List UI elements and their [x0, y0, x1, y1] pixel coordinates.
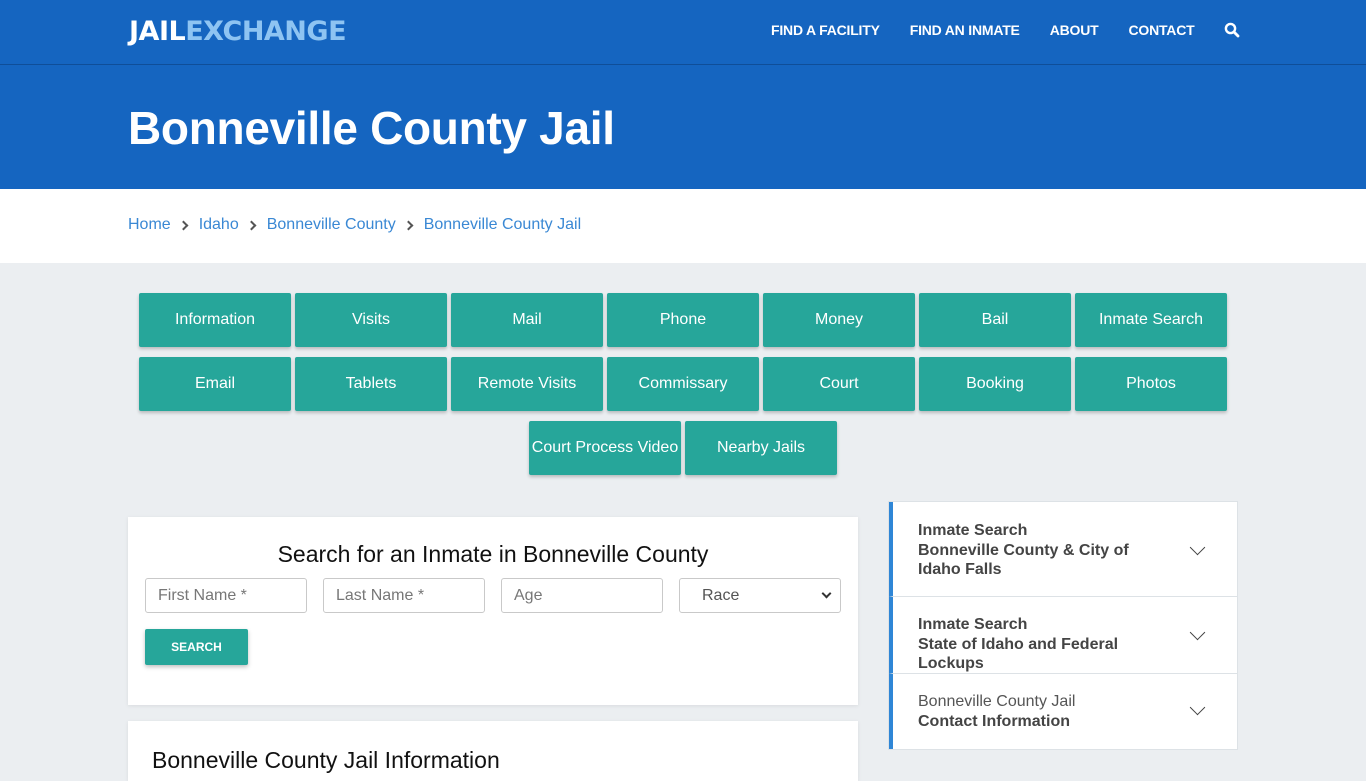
logo-jail: JAIL	[129, 16, 186, 47]
nav-contact[interactable]: CONTACT	[1128, 22, 1194, 38]
accordion-sublabel: Bonneville County & City of Idaho Falls	[918, 541, 1129, 579]
breadcrumb-jail[interactable]: Bonneville County Jail	[424, 216, 581, 234]
age-input[interactable]	[514, 586, 650, 605]
first-name-field[interactable]	[145, 578, 307, 613]
sidebar-accordion: Inmate Search Bonneville County & City o…	[888, 501, 1238, 750]
main-nav: FIND A FACILITY FIND AN INMATE ABOUT CON…	[771, 22, 1240, 38]
first-name-input[interactable]	[158, 586, 294, 605]
tile-booking[interactable]: Booking	[919, 357, 1071, 411]
tile-money[interactable]: Money	[763, 293, 915, 347]
tile-visits[interactable]: Visits	[295, 293, 447, 347]
tile-commissary[interactable]: Commissary	[607, 357, 759, 411]
tile-phone[interactable]: Phone	[607, 293, 759, 347]
search-button[interactable]: SEARCH	[145, 629, 248, 665]
tile-tablets[interactable]: Tablets	[295, 357, 447, 411]
nav-about[interactable]: ABOUT	[1050, 22, 1099, 38]
tile-nearby-jails[interactable]: Nearby Jails	[685, 421, 837, 475]
tile-bail[interactable]: Bail	[919, 293, 1071, 347]
tile-photos[interactable]: Photos	[1075, 357, 1227, 411]
accordion-county-inmate-search[interactable]: Inmate Search Bonneville County & City o…	[889, 502, 1237, 597]
inmate-search-card: Search for an Inmate in Bonneville Count…	[128, 517, 858, 705]
site-logo[interactable]: JAILEXCHANGE	[129, 16, 347, 47]
breadcrumb: Home Idaho Bonneville County Bonneville …	[0, 189, 1366, 263]
tile-court-process-video[interactable]: Court Process Video	[529, 421, 681, 475]
nav-find-inmate[interactable]: FIND AN INMATE	[910, 22, 1020, 38]
chevron-down-icon	[821, 588, 832, 599]
chevron-right-icon	[246, 220, 257, 230]
tile-remote-visits[interactable]: Remote Visits	[451, 357, 603, 411]
race-select-value: Race	[702, 586, 740, 604]
breadcrumb-idaho[interactable]: Idaho	[199, 216, 239, 234]
jail-info-card: Bonneville County Jail Information	[128, 721, 858, 781]
accordion-label: Inmate Search	[918, 616, 1028, 633]
race-select[interactable]: Race	[679, 578, 841, 613]
tile-court[interactable]: Court	[763, 357, 915, 411]
chevron-right-icon	[403, 220, 414, 230]
accordion-label: Bonneville County Jail	[918, 693, 1076, 710]
breadcrumb-home[interactable]: Home	[128, 216, 171, 234]
breadcrumb-county[interactable]: Bonneville County	[267, 216, 396, 234]
accordion-contact-info[interactable]: Bonneville County Jail Contact Informati…	[889, 674, 1237, 749]
accordion-label: Inmate Search	[918, 522, 1028, 539]
logo-exchange: EXCHANGE	[185, 16, 347, 47]
accordion-sublabel: Contact Information	[918, 712, 1070, 730]
nav-find-facility[interactable]: FIND A FACILITY	[771, 22, 880, 38]
search-icon[interactable]	[1224, 22, 1240, 38]
jail-info-title: Bonneville County Jail Information	[152, 747, 500, 773]
top-navbar: JAILEXCHANGE FIND A FACILITY FIND AN INM…	[0, 0, 1366, 65]
tile-email[interactable]: Email	[139, 357, 291, 411]
last-name-field[interactable]	[323, 578, 485, 613]
search-title: Search for an Inmate in Bonneville Count…	[277, 541, 709, 567]
tile-information[interactable]: Information	[139, 293, 291, 347]
last-name-input[interactable]	[336, 586, 472, 605]
accordion-state-inmate-search[interactable]: Inmate Search State of Idaho and Federal…	[889, 597, 1237, 674]
page-hero: Bonneville County Jail	[0, 65, 1366, 189]
tile-inmate-search[interactable]: Inmate Search	[1075, 293, 1227, 347]
chevron-right-icon	[178, 220, 189, 230]
accordion-sublabel: State of Idaho and Federal Lockups	[918, 635, 1119, 673]
age-field[interactable]	[501, 578, 663, 613]
page-title: Bonneville County Jail	[128, 102, 615, 154]
tile-mail[interactable]: Mail	[451, 293, 603, 347]
